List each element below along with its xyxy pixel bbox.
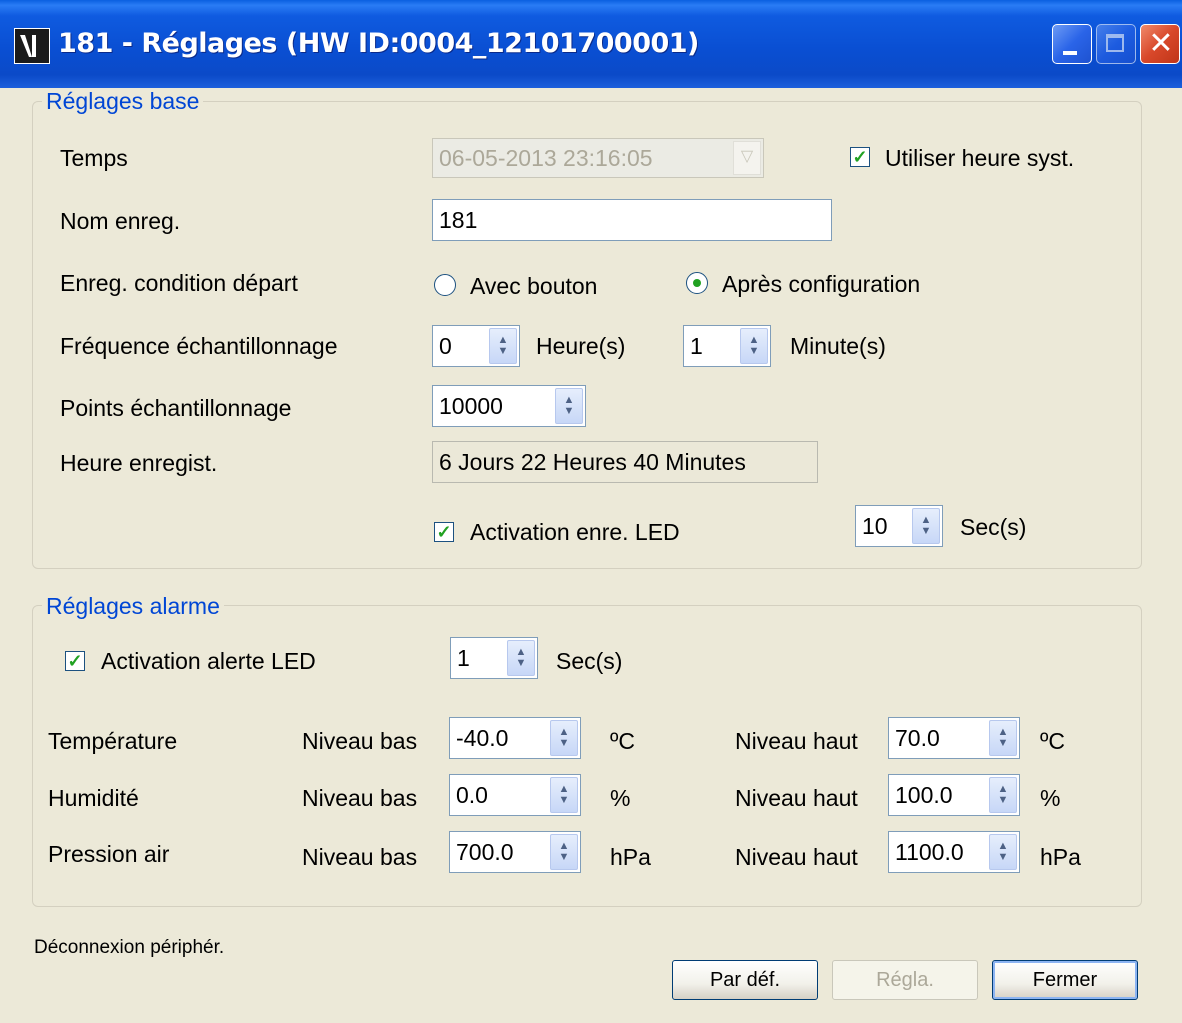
pressure-label: Pression air: [48, 841, 170, 867]
pressure-low-value: 700.0: [456, 838, 514, 865]
close-icon: ✕: [1148, 26, 1174, 61]
use-system-time-label: Utiliser heure syst.: [885, 145, 1075, 171]
temperature-low-unit: ºC: [610, 728, 636, 754]
led-record-spinbox[interactable]: 10 ▲ ▼: [855, 505, 943, 547]
record-time-label: Heure enregist.: [60, 450, 218, 476]
humidity-high-value: 100.0: [895, 781, 953, 808]
led-alert-value: 1: [457, 644, 470, 671]
settings-window: 181 - Réglages (HW ID:0004_12101700001) …: [0, 0, 1182, 1023]
humidity-low-label: Niveau bas: [302, 785, 418, 811]
minimize-icon: [1063, 51, 1077, 55]
spin-arrows-icon[interactable]: ▲ ▼: [989, 777, 1017, 813]
maximize-icon: [1106, 34, 1124, 52]
temperature-high-label: Niveau haut: [735, 728, 858, 754]
start-after-config-radio[interactable]: [686, 272, 708, 294]
temperature-label: Température: [48, 728, 178, 754]
humidity-label: Humidité: [48, 785, 139, 811]
temperature-high-unit: ºC: [1040, 728, 1066, 754]
temperature-high-value: 70.0: [895, 724, 940, 751]
pressure-low-unit: hPa: [610, 844, 651, 870]
led-record-label: Activation enre. LED: [470, 519, 680, 545]
minimize-button[interactable]: [1052, 24, 1092, 64]
led-alert-label: Activation alerte LED: [101, 648, 316, 674]
app-logo-icon: [14, 28, 50, 64]
use-system-time-checkbox[interactable]: ✓: [850, 147, 870, 167]
humidity-low-spinbox[interactable]: 0.0 ▲ ▼: [449, 774, 581, 816]
led-alert-unit: Sec(s): [556, 648, 623, 674]
start-after-config-label: Après configuration: [722, 271, 921, 297]
led-record-value: 10: [862, 512, 888, 539]
spin-arrows-icon[interactable]: ▲ ▼: [740, 328, 768, 364]
time-label: Temps: [60, 145, 128, 171]
pressure-high-spinbox[interactable]: 1100.0 ▲ ▼: [888, 831, 1020, 873]
humidity-low-value: 0.0: [456, 781, 488, 808]
window-title: 181 - Réglages (HW ID:0004_12101700001): [58, 28, 699, 59]
pressure-high-value: 1100.0: [895, 838, 964, 865]
record-name-value: 181: [439, 206, 478, 233]
alarm-settings-legend: Réglages alarme: [42, 593, 224, 620]
minutes-unit-label: Minute(s): [790, 333, 886, 359]
led-alert-spinbox[interactable]: 1 ▲ ▼: [450, 637, 538, 679]
default-button[interactable]: Par déf.: [672, 960, 818, 1000]
hours-value: 0: [439, 332, 452, 359]
pressure-low-spinbox[interactable]: 700.0 ▲ ▼: [449, 831, 581, 873]
time-picker[interactable]: 06-05-2013 23:16:05 ▽: [432, 138, 764, 178]
spin-arrows-icon[interactable]: ▲ ▼: [550, 720, 578, 756]
base-settings-legend: Réglages base: [42, 88, 204, 115]
status-text: Déconnexion périphér.: [34, 937, 225, 958]
pressure-high-label: Niveau haut: [735, 844, 858, 870]
hours-unit-label: Heure(s): [536, 333, 626, 359]
maximize-button[interactable]: [1096, 24, 1136, 64]
spin-arrows-icon[interactable]: ▲ ▼: [489, 328, 517, 364]
close-button[interactable]: Fermer: [992, 960, 1138, 1000]
humidity-high-unit: %: [1040, 785, 1061, 811]
spin-arrows-icon[interactable]: ▲ ▼: [550, 834, 578, 870]
humidity-high-spinbox[interactable]: 100.0 ▲ ▼: [888, 774, 1020, 816]
close-window-button[interactable]: ✕: [1140, 24, 1180, 64]
chevron-down-icon: ▽: [733, 141, 761, 175]
sampling-points-label: Points échantillonnage: [60, 395, 292, 421]
led-record-checkbox[interactable]: ✓: [434, 522, 454, 542]
time-value: 06-05-2013 23:16:05: [439, 144, 653, 171]
pressure-high-unit: hPa: [1040, 844, 1081, 870]
spin-arrows-icon[interactable]: ▲ ▼: [507, 640, 535, 676]
pressure-low-label: Niveau bas: [302, 844, 418, 870]
title-bar[interactable]: 181 - Réglages (HW ID:0004_12101700001) …: [0, 0, 1182, 88]
record-name-input[interactable]: 181: [432, 199, 832, 241]
record-time-value: 6 Jours 22 Heures 40 Minutes: [439, 448, 746, 475]
start-button-radio[interactable]: [434, 274, 456, 296]
sampling-points-spinbox[interactable]: 10000 ▲ ▼: [432, 385, 586, 427]
humidity-low-unit: %: [610, 785, 631, 811]
spin-arrows-icon[interactable]: ▲ ▼: [550, 777, 578, 813]
led-record-unit: Sec(s): [960, 514, 1027, 540]
minutes-value: 1: [690, 332, 703, 359]
led-alert-checkbox[interactable]: ✓: [65, 651, 85, 671]
start-button-label: Avec bouton: [470, 273, 598, 299]
spin-arrows-icon[interactable]: ▲ ▼: [989, 720, 1017, 756]
record-time-display: 6 Jours 22 Heures 40 Minutes: [432, 441, 818, 483]
start-condition-label: Enreg. condition départ: [60, 270, 298, 296]
spin-arrows-icon[interactable]: ▲ ▼: [989, 834, 1017, 870]
hours-spinbox[interactable]: 0 ▲ ▼: [432, 325, 520, 367]
apply-button[interactable]: Régla.: [832, 960, 978, 1000]
temperature-low-spinbox[interactable]: -40.0 ▲ ▼: [449, 717, 581, 759]
temperature-low-label: Niveau bas: [302, 728, 418, 754]
sampling-points-value: 10000: [439, 392, 503, 419]
sampling-frequency-label: Fréquence échantillonnage: [60, 333, 338, 359]
minutes-spinbox[interactable]: 1 ▲ ▼: [683, 325, 771, 367]
spin-arrows-icon[interactable]: ▲ ▼: [912, 508, 940, 544]
record-name-label: Nom enreg.: [60, 208, 181, 234]
temperature-low-value: -40.0: [456, 724, 509, 751]
humidity-high-label: Niveau haut: [735, 785, 858, 811]
temperature-high-spinbox[interactable]: 70.0 ▲ ▼: [888, 717, 1020, 759]
spin-arrows-icon[interactable]: ▲ ▼: [555, 388, 583, 424]
